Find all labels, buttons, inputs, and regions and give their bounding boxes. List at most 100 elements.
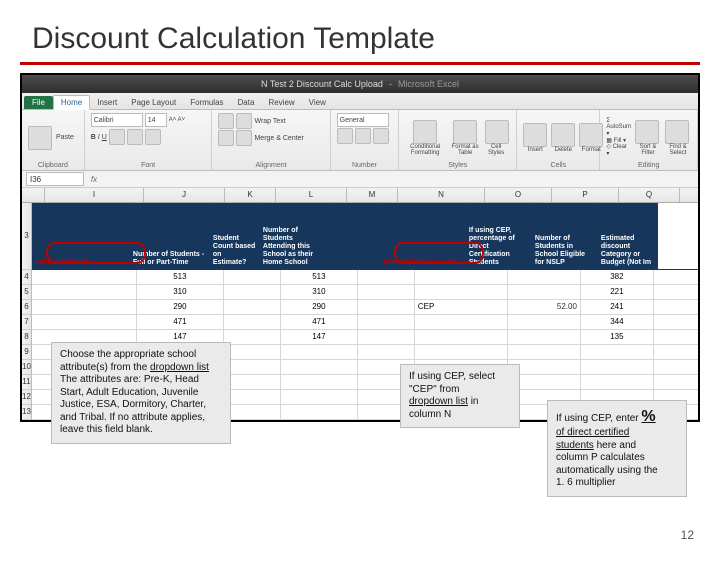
align-icon-3[interactable] bbox=[218, 130, 234, 146]
col-M[interactable]: M bbox=[347, 188, 398, 202]
row-header[interactable]: 4 bbox=[22, 270, 31, 285]
row-header[interactable]: 5 bbox=[22, 285, 31, 300]
wrap-text[interactable]: Wrap Text bbox=[254, 118, 285, 125]
cell-M[interactable] bbox=[358, 345, 415, 359]
name-box[interactable]: I36 bbox=[26, 172, 84, 186]
insert-icon[interactable] bbox=[523, 123, 547, 147]
cell-J[interactable]: 471 bbox=[137, 315, 224, 329]
col-O[interactable]: O bbox=[485, 188, 552, 202]
row-header[interactable]: 14 bbox=[22, 420, 31, 422]
cell-N[interactable] bbox=[415, 330, 508, 344]
cell-O[interactable]: 52.00 bbox=[508, 300, 581, 314]
cell-J[interactable]: 290 bbox=[137, 300, 224, 314]
align-icon-4[interactable] bbox=[236, 130, 252, 146]
cell-L[interactable]: 310 bbox=[281, 285, 358, 299]
cell-Q[interactable]: 5 bbox=[654, 285, 698, 299]
cell-L[interactable]: 147 bbox=[281, 330, 358, 344]
col-I[interactable]: I bbox=[45, 188, 144, 202]
cell-K[interactable] bbox=[224, 300, 281, 314]
cell-M[interactable] bbox=[358, 330, 415, 344]
cell-K[interactable] bbox=[224, 270, 281, 284]
align-icon[interactable] bbox=[218, 113, 234, 129]
fmt-table-icon[interactable] bbox=[453, 120, 477, 144]
cell-K[interactable] bbox=[224, 420, 281, 422]
col-L[interactable]: L bbox=[276, 188, 347, 202]
font-name-select[interactable]: Calibri bbox=[91, 113, 143, 127]
percent-icon[interactable] bbox=[355, 128, 371, 144]
col-J[interactable]: J bbox=[144, 188, 225, 202]
cell-K[interactable] bbox=[224, 345, 281, 359]
paste-icon[interactable] bbox=[28, 126, 52, 150]
cell-I[interactable] bbox=[32, 315, 137, 329]
cell-I[interactable] bbox=[32, 270, 137, 284]
col-K[interactable]: K bbox=[225, 188, 276, 202]
cell-P[interactable]: 344 bbox=[581, 315, 654, 329]
underline-button[interactable]: U bbox=[102, 134, 107, 141]
currency-icon[interactable] bbox=[337, 128, 353, 144]
cell-K[interactable] bbox=[224, 375, 281, 389]
cell-L[interactable] bbox=[281, 405, 358, 419]
tab-home[interactable]: Home bbox=[53, 95, 90, 110]
cell-L[interactable]: 290 bbox=[281, 300, 358, 314]
cell-I[interactable] bbox=[32, 300, 137, 314]
cell-M[interactable] bbox=[358, 285, 415, 299]
cell-L[interactable] bbox=[281, 420, 358, 422]
cell-L[interactable]: 513 bbox=[281, 270, 358, 284]
bold-button[interactable]: B bbox=[91, 134, 96, 141]
cell-Q[interactable]: 5 bbox=[654, 270, 698, 284]
row-header[interactable]: 9 bbox=[22, 345, 31, 360]
find-select-icon[interactable] bbox=[665, 120, 689, 144]
cell-K[interactable] bbox=[224, 360, 281, 374]
cell-P[interactable]: 241 bbox=[581, 300, 654, 314]
cell-M[interactable] bbox=[358, 315, 415, 329]
fill-color-icon[interactable] bbox=[127, 129, 143, 145]
cell-Q[interactable]: 5 bbox=[654, 330, 698, 344]
font-color-icon[interactable] bbox=[145, 129, 161, 145]
cell-K[interactable] bbox=[224, 405, 281, 419]
cell-L[interactable] bbox=[281, 345, 358, 359]
cell-N[interactable] bbox=[415, 270, 508, 284]
sort-filter-icon[interactable] bbox=[635, 120, 659, 144]
col-Q[interactable]: Q bbox=[619, 188, 680, 202]
row-header[interactable]: 7 bbox=[22, 315, 31, 330]
col-N[interactable]: N bbox=[398, 188, 485, 202]
cell-M[interactable] bbox=[358, 300, 415, 314]
cell-I[interactable] bbox=[32, 285, 137, 299]
italic-button[interactable]: I bbox=[98, 134, 100, 141]
merge-center[interactable]: Merge & Center bbox=[254, 135, 303, 142]
cell-J[interactable]: 310 bbox=[137, 285, 224, 299]
row-header[interactable]: 13 bbox=[22, 405, 31, 420]
cell-Q[interactable]: 5 bbox=[654, 300, 698, 314]
delete-icon[interactable] bbox=[551, 123, 575, 147]
comma-icon[interactable] bbox=[373, 128, 389, 144]
font-size-select[interactable]: 14 bbox=[145, 113, 167, 127]
cell-Q[interactable]: 5 bbox=[654, 375, 698, 389]
tab-page-layout[interactable]: Page Layout bbox=[124, 96, 183, 109]
cell-K[interactable] bbox=[224, 315, 281, 329]
row-header[interactable]: 11 bbox=[22, 375, 31, 390]
fx-icon[interactable]: fx bbox=[88, 175, 100, 184]
tab-formulas[interactable]: Formulas bbox=[183, 96, 230, 109]
cell-P[interactable]: 382 bbox=[581, 270, 654, 284]
cell-L[interactable]: 471 bbox=[281, 315, 358, 329]
cell-K[interactable] bbox=[224, 285, 281, 299]
cell-Q[interactable]: 5 bbox=[654, 315, 698, 329]
row-header[interactable]: 12 bbox=[22, 390, 31, 405]
cell-L[interactable] bbox=[281, 375, 358, 389]
cond-fmt-icon[interactable] bbox=[413, 120, 437, 144]
cell-N[interactable] bbox=[415, 315, 508, 329]
number-format[interactable]: General bbox=[337, 113, 389, 127]
row-header[interactable]: 8 bbox=[22, 330, 31, 345]
cell-P[interactable] bbox=[581, 345, 654, 359]
row-header[interactable]: 3 bbox=[22, 203, 31, 270]
tab-review[interactable]: Review bbox=[261, 96, 301, 109]
cell-K[interactable] bbox=[224, 330, 281, 344]
cell-P[interactable] bbox=[581, 360, 654, 374]
cell-J[interactable]: 513 bbox=[137, 270, 224, 284]
cell-Q[interactable]: 5 bbox=[654, 360, 698, 374]
col-P[interactable]: P bbox=[552, 188, 619, 202]
cell-O[interactable] bbox=[508, 285, 581, 299]
tab-insert[interactable]: Insert bbox=[90, 96, 124, 109]
row-header[interactable]: 10 bbox=[22, 360, 31, 375]
cell-P[interactable] bbox=[581, 375, 654, 389]
